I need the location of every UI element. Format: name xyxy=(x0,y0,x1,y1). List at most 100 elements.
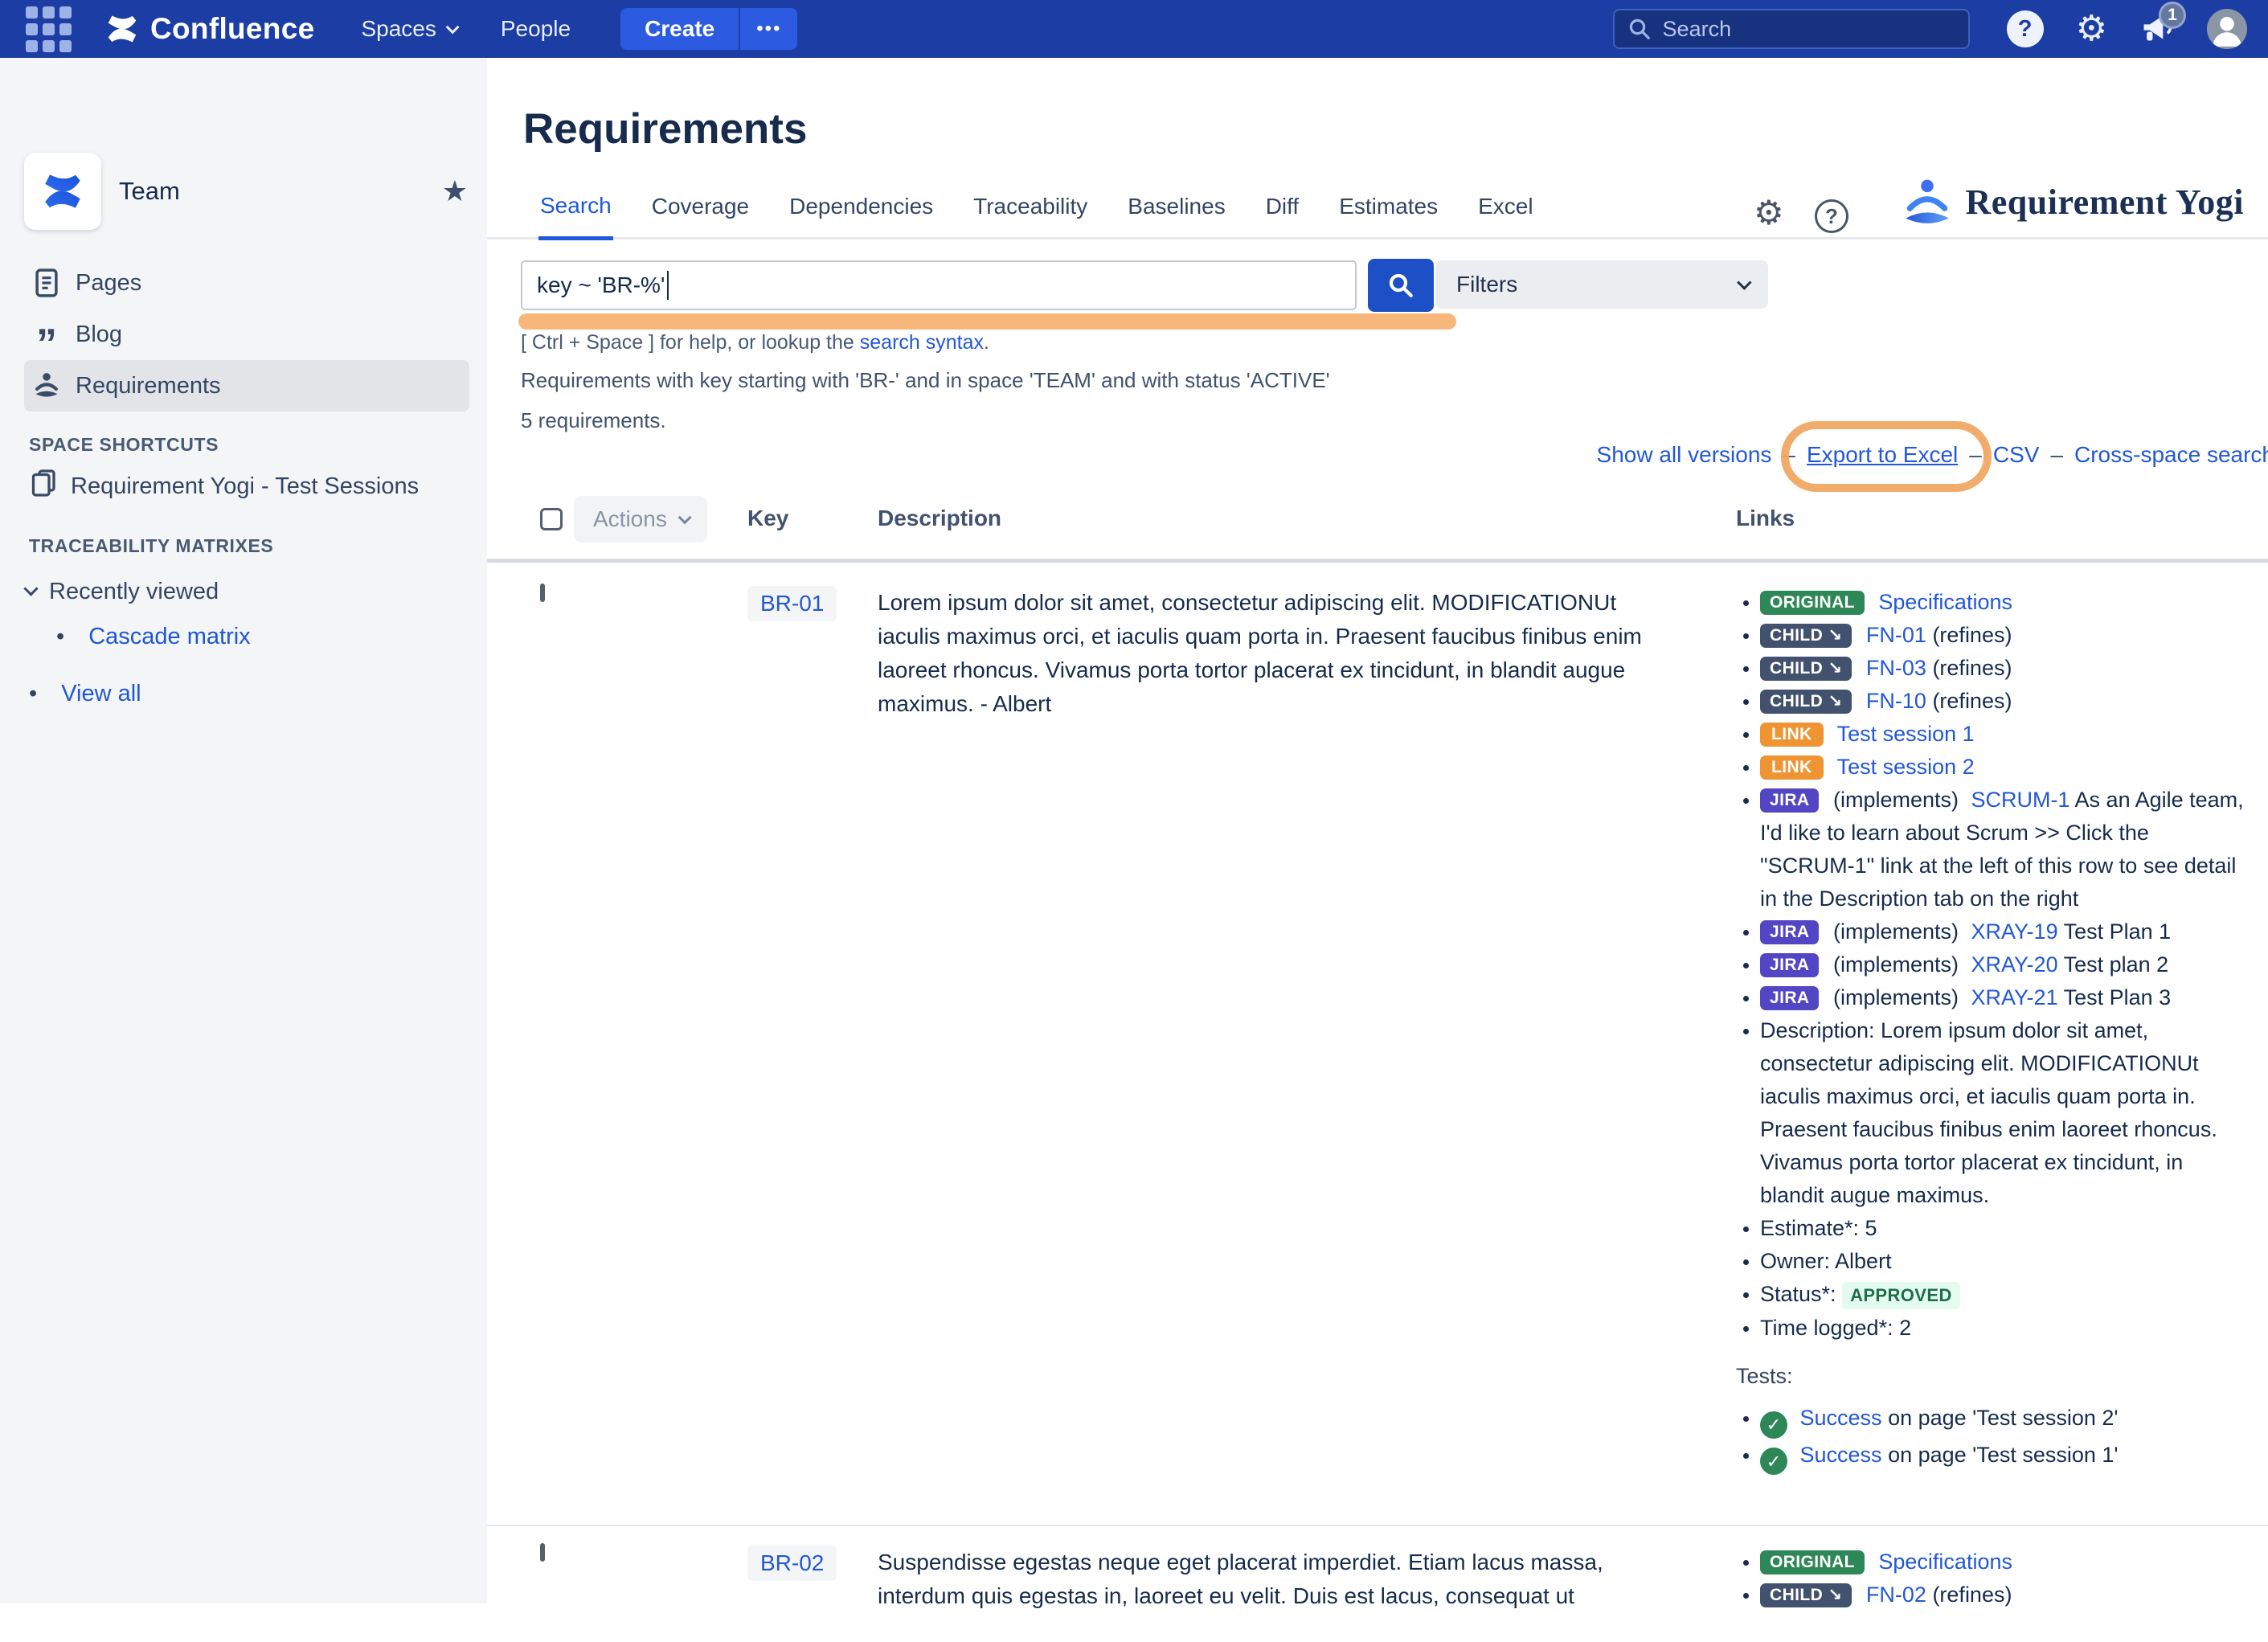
link-list-item: CHILD ↘ FN-02 (refines) xyxy=(1760,1579,2247,1611)
column-header-description: Description xyxy=(878,496,1736,531)
search-summary-text: Requirements with key starting with 'BR-… xyxy=(521,368,1330,393)
search-placeholder: Search xyxy=(1663,17,1732,42)
links-column: ORIGINAL Specifications CHILD ↘ FN-02 (r… xyxy=(1736,1546,2268,1611)
actions-button[interactable]: Actions xyxy=(574,496,707,543)
filters-dropdown[interactable]: Filters xyxy=(1435,260,1768,309)
select-all-checkbox[interactable] xyxy=(540,508,563,530)
people-menu[interactable]: People xyxy=(501,16,571,42)
sidebar-link-cascade-matrix[interactable]: Cascade matrix xyxy=(56,624,251,650)
tab[interactable]: Coverage xyxy=(650,193,751,237)
requirement-key-link[interactable]: BR-02 xyxy=(747,1546,837,1581)
toolbar-link[interactable]: CSV xyxy=(1993,442,2040,468)
space-logo[interactable] xyxy=(24,153,101,230)
sidebar-link-view-all[interactable]: View all xyxy=(29,681,141,707)
toolbar-link[interactable]: Export to Excel xyxy=(1807,442,1958,468)
sidebar-nav: Pages ” Blog Requirements xyxy=(0,257,487,412)
link-list-item: Status*: APPROVED xyxy=(1760,1278,2247,1312)
link[interactable]: SCRUM-1 xyxy=(1971,788,2070,812)
tab[interactable]: Estimates xyxy=(1337,193,1439,237)
link-list-item: ✓ Success on page 'Test session 2' xyxy=(1760,1402,2247,1439)
favorite-star-icon[interactable]: ★ xyxy=(442,174,468,208)
tab[interactable]: Search xyxy=(538,193,613,240)
result-count: 5 requirements. xyxy=(521,408,666,433)
create-button[interactable]: Create xyxy=(620,8,739,50)
annotation-highlight-bar xyxy=(518,313,1456,330)
link[interactable]: Success xyxy=(1800,1443,1882,1467)
sidebar-item-label: Blog xyxy=(76,321,122,348)
link[interactable]: Test session 1 xyxy=(1837,722,1975,746)
link[interactable]: FN-01 xyxy=(1866,623,1926,647)
link-list-item: ORIGINAL Specifications xyxy=(1760,586,2247,619)
sidebar-item-test-sessions[interactable]: Requirement Yogi - Test Sessions xyxy=(24,464,471,509)
chevron-down-icon xyxy=(446,20,460,34)
settings-gear-icon[interactable]: ⚙ xyxy=(1754,196,1784,230)
link[interactable]: XRAY-20 xyxy=(1971,952,2058,977)
create-more-button[interactable]: ••• xyxy=(739,8,797,50)
link-type-badge: LINK xyxy=(1760,723,1824,747)
link-type-badge: ORIGINAL xyxy=(1760,1550,1865,1574)
link[interactable]: Test session 2 xyxy=(1837,755,1975,779)
link[interactable]: Specifications xyxy=(1878,590,2012,614)
question-help-icon[interactable]: ? xyxy=(1815,199,1848,233)
requirement-yogi-brand: Requirement Yogi xyxy=(1901,175,2244,228)
link[interactable]: Specifications xyxy=(1878,1550,2012,1574)
tab[interactable]: Baselines xyxy=(1126,193,1226,237)
sidebar-item-blog[interactable]: ” Blog xyxy=(24,309,469,360)
gear-icon[interactable]: ⚙ xyxy=(2076,11,2107,47)
links-column: ORIGINAL Specifications CHILD ↘ FN-01 (r… xyxy=(1736,586,2268,1475)
link-list-item: ✓ Success on page 'Test session 1' xyxy=(1760,1439,2247,1476)
search-button[interactable] xyxy=(1368,259,1434,312)
avatar[interactable] xyxy=(2207,9,2247,49)
sidebar-item-label: Requirements xyxy=(76,373,221,399)
row-checkbox[interactable] xyxy=(540,1543,545,1562)
success-check-icon: ✓ xyxy=(1760,1411,1787,1439)
sidebar-item-label: Requirement Yogi - Test Sessions xyxy=(71,473,419,500)
link[interactable]: FN-10 xyxy=(1866,689,1926,713)
link[interactable]: FN-03 xyxy=(1866,656,1926,680)
chevron-down-icon xyxy=(678,510,691,524)
link-list-item: CHILD ↘ FN-10 (refines) xyxy=(1760,685,2247,718)
toolbar-link[interactable]: Cross-space search xyxy=(2074,442,2268,468)
sidebar-item-pages[interactable]: Pages xyxy=(24,257,469,309)
main-content: Requirements Search Coverage Dependencie… xyxy=(487,58,2268,1603)
app-switcher-icon[interactable] xyxy=(26,6,72,52)
global-search-input[interactable]: Search xyxy=(1613,9,1970,49)
column-header-links: Links xyxy=(1736,496,2268,531)
toolbar-link[interactable]: Show all versions xyxy=(1597,442,1772,468)
tab[interactable]: Dependencies xyxy=(788,193,935,237)
spaces-menu[interactable]: Spaces xyxy=(361,16,455,42)
link[interactable]: XRAY-19 xyxy=(1971,919,2058,944)
link-type-badge: JIRA xyxy=(1760,953,1819,977)
link-type-badge: CHILD ↘ xyxy=(1760,624,1852,648)
text-caret xyxy=(667,271,669,300)
link-list-item: JIRA (implements) XRAY-20 Test plan 2 xyxy=(1760,948,2247,981)
toolbar-link-item: Show all versions xyxy=(1597,442,1772,468)
link[interactable]: XRAY-21 xyxy=(1971,985,2058,1009)
notification-badge: 1 xyxy=(2159,2,2186,29)
announcements-icon[interactable]: 1 xyxy=(2139,10,2175,49)
toolbar-link-item: Cross-space search xyxy=(2039,442,2268,468)
tab[interactable]: Traceability xyxy=(972,193,1089,237)
tab[interactable]: Diff xyxy=(1264,193,1301,237)
space-sidebar: Team ★ Pages ” Blog xyxy=(0,58,487,1603)
query-input[interactable]: key ~ 'BR-%' xyxy=(521,260,1357,310)
link[interactable]: Success xyxy=(1800,1406,1882,1430)
link-list-item: CHILD ↘ FN-03 (refines) xyxy=(1760,652,2247,685)
link-type-badge: CHILD ↘ xyxy=(1760,1583,1852,1607)
space-name[interactable]: Team xyxy=(119,177,424,206)
help-icon[interactable]: ? xyxy=(2007,10,2044,47)
sidebar-item-label: Pages xyxy=(76,270,141,297)
top-navigation-bar: Confluence Spaces People Create ••• Sear… xyxy=(0,0,2268,58)
recently-viewed-toggle[interactable]: Recently viewed xyxy=(26,579,219,605)
search-icon xyxy=(1627,17,1652,41)
traceability-matrixes-header: TRACEABILITY MATRIXES xyxy=(29,535,273,557)
tab[interactable]: Excel xyxy=(1476,193,1534,237)
link-type-badge: CHILD ↘ xyxy=(1760,657,1852,681)
tests-label: Tests: xyxy=(1736,1364,2247,1389)
search-syntax-link[interactable]: search syntax xyxy=(860,331,984,354)
row-checkbox[interactable] xyxy=(540,584,545,602)
requirement-key-link[interactable]: BR-01 xyxy=(747,586,837,621)
sidebar-item-requirements[interactable]: Requirements xyxy=(24,360,469,412)
copy-pages-icon xyxy=(31,469,58,504)
chevron-down-icon xyxy=(23,581,38,596)
